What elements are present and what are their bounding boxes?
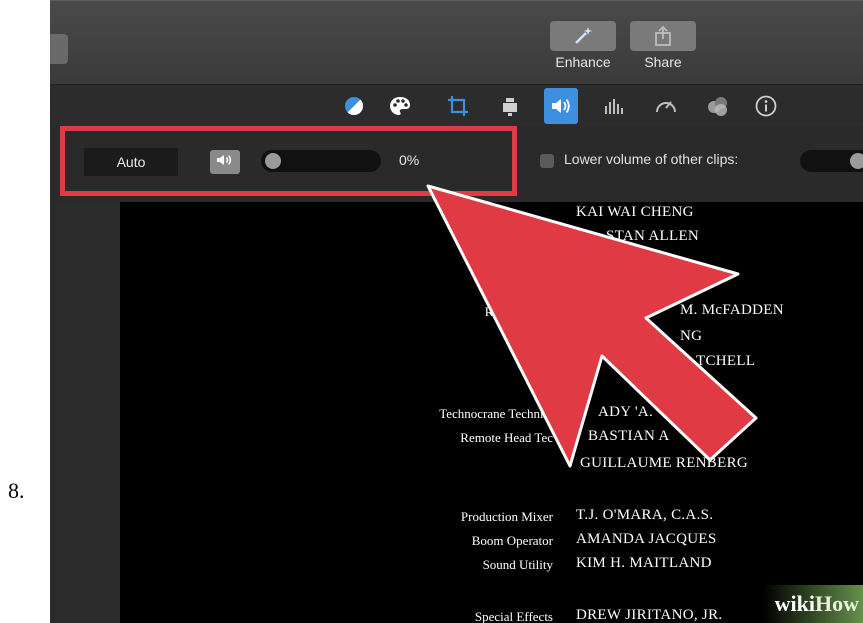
step-number: 8.: [8, 478, 25, 503]
filter-icon[interactable]: [706, 94, 730, 118]
credit-name: DREW JIRITANO, JR.: [576, 607, 723, 623]
enhance-button[interactable]: Enhance: [550, 21, 616, 70]
equalizer-icon[interactable]: [602, 94, 626, 118]
magic-wand-icon: [550, 21, 616, 51]
credit-name: ADY 'A.: [598, 404, 654, 420]
credit-role: Special Effects: [474, 609, 553, 623]
wikihow-watermark: wikiHow: [763, 585, 863, 623]
stabilization-icon[interactable]: [498, 94, 522, 118]
enhance-label: Enhance: [555, 54, 611, 70]
watermark-wiki: wiki: [774, 591, 815, 616]
credit-name: M. McFADDEN: [680, 302, 784, 318]
credit-role: Riggi: [524, 328, 553, 343]
color-palette-icon[interactable]: [388, 94, 412, 118]
credit-role: Remote Head Tec: [460, 430, 553, 445]
credit-name: KAI WAI CHENG: [576, 204, 694, 220]
credit-name: GUILLAUME RENBERG: [580, 455, 749, 471]
credit-name: NG: [680, 328, 703, 344]
speed-icon[interactable]: [654, 94, 678, 118]
info-icon[interactable]: [754, 94, 778, 118]
credit-role: Key M: [516, 280, 553, 295]
top-toolbar: Enhance Share: [50, 0, 863, 85]
lower-volume-slider-knob[interactable]: [850, 153, 863, 169]
credit-role: Technocrane Technici: [439, 406, 553, 421]
credit-role: Boom Operator: [471, 533, 553, 548]
credit-role: Rigging Best: [484, 304, 553, 319]
credit-name: KIM H. MAITLAND: [576, 555, 712, 571]
credit-name: BASTIAN A: [588, 428, 670, 444]
color-balance-icon[interactable]: [342, 94, 366, 118]
credit-name: TCHELL: [696, 353, 756, 369]
credits-viewer: KAI WAI CHENG STAN ALLEN Key M Rigging B…: [120, 202, 863, 623]
crop-icon[interactable]: [446, 94, 470, 118]
watermark-how: How: [815, 591, 859, 616]
credit-name: STAN ALLEN: [606, 228, 700, 244]
credit-name: T.J. O'MARA, C.A.S.: [576, 507, 714, 523]
credit-role: Production Mixer: [460, 509, 553, 524]
lower-volume-slider[interactable]: [800, 150, 863, 172]
volume-icon[interactable]: [544, 88, 578, 124]
viewer-left-pane: [50, 202, 120, 623]
share-button[interactable]: Share: [630, 21, 696, 70]
toolbar-left-button[interactable]: [50, 34, 68, 64]
lower-volume-checkbox[interactable]: [540, 154, 554, 168]
credit-name: AMANDA JACQUES: [576, 531, 717, 547]
lower-volume-label: Lower volume of other clips:: [564, 151, 739, 167]
highlight-box: [60, 126, 517, 196]
credit-role: Sound Utility: [482, 557, 553, 572]
imovie-window: Enhance Share Auto 0% Lower volume of ot…: [50, 0, 863, 623]
share-icon: [630, 21, 696, 51]
share-label: Share: [644, 54, 682, 70]
